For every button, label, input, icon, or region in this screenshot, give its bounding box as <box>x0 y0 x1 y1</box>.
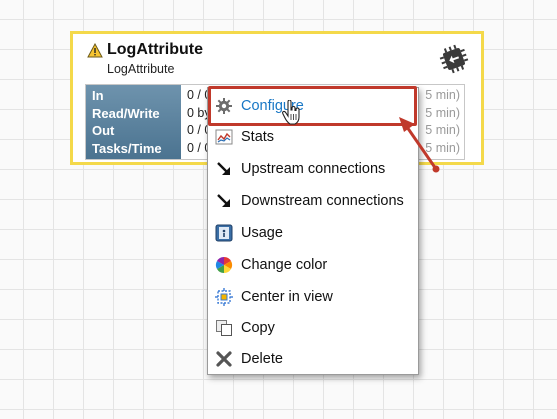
menu-label-copy: Copy <box>241 320 275 336</box>
menu-label-upstream-connections: Upstream connections <box>241 161 386 177</box>
center-target-icon <box>215 288 233 306</box>
menu-label-center-in-view: Center in view <box>241 289 333 305</box>
menu-item-change-color[interactable]: Change color <box>208 250 418 280</box>
menu-label-stats: Stats <box>241 129 275 145</box>
menu-label-delete: Delete <box>241 351 283 367</box>
stat-label-read-write: Read/Write <box>92 105 160 121</box>
delete-x-icon <box>216 351 232 367</box>
stats-chart-icon <box>215 129 233 145</box>
menu-item-downstream-connections[interactable]: Downstream connections <box>208 186 418 216</box>
menu-item-usage[interactable]: Usage <box>208 218 418 248</box>
arrow-down-right-icon <box>217 194 230 207</box>
processor-chip-icon <box>439 44 469 74</box>
menu-item-delete[interactable]: Delete <box>208 344 418 374</box>
usage-book-icon <box>215 224 233 242</box>
processor-type: LogAttribute <box>107 62 175 76</box>
menu-label-change-color: Change color <box>241 257 328 273</box>
menu-label-usage: Usage <box>241 225 283 241</box>
arrow-down-right-icon <box>217 162 230 175</box>
processor-name: LogAttribute <box>107 41 203 58</box>
hand-cursor-icon <box>282 100 300 125</box>
processor-header: LogAttribute LogAttribute <box>85 40 471 80</box>
warning-icon <box>87 43 103 58</box>
stats-labels-column: In Read/Write Out Tasks/Time <box>86 85 181 159</box>
copy-icon <box>216 320 232 336</box>
stat-label-out: Out <box>92 123 115 138</box>
menu-item-copy[interactable]: Copy <box>208 313 418 343</box>
stat-label-tasks-time: Tasks/Time <box>92 140 162 156</box>
stat-window-in: 5 min) <box>425 88 460 102</box>
menu-item-center-in-view[interactable]: Center in view <box>208 282 418 312</box>
color-wheel-icon <box>215 256 233 274</box>
annotation-arrow-icon <box>399 117 440 173</box>
menu-label-downstream-connections: Downstream connections <box>241 193 404 209</box>
stat-label-in: In <box>92 88 104 103</box>
